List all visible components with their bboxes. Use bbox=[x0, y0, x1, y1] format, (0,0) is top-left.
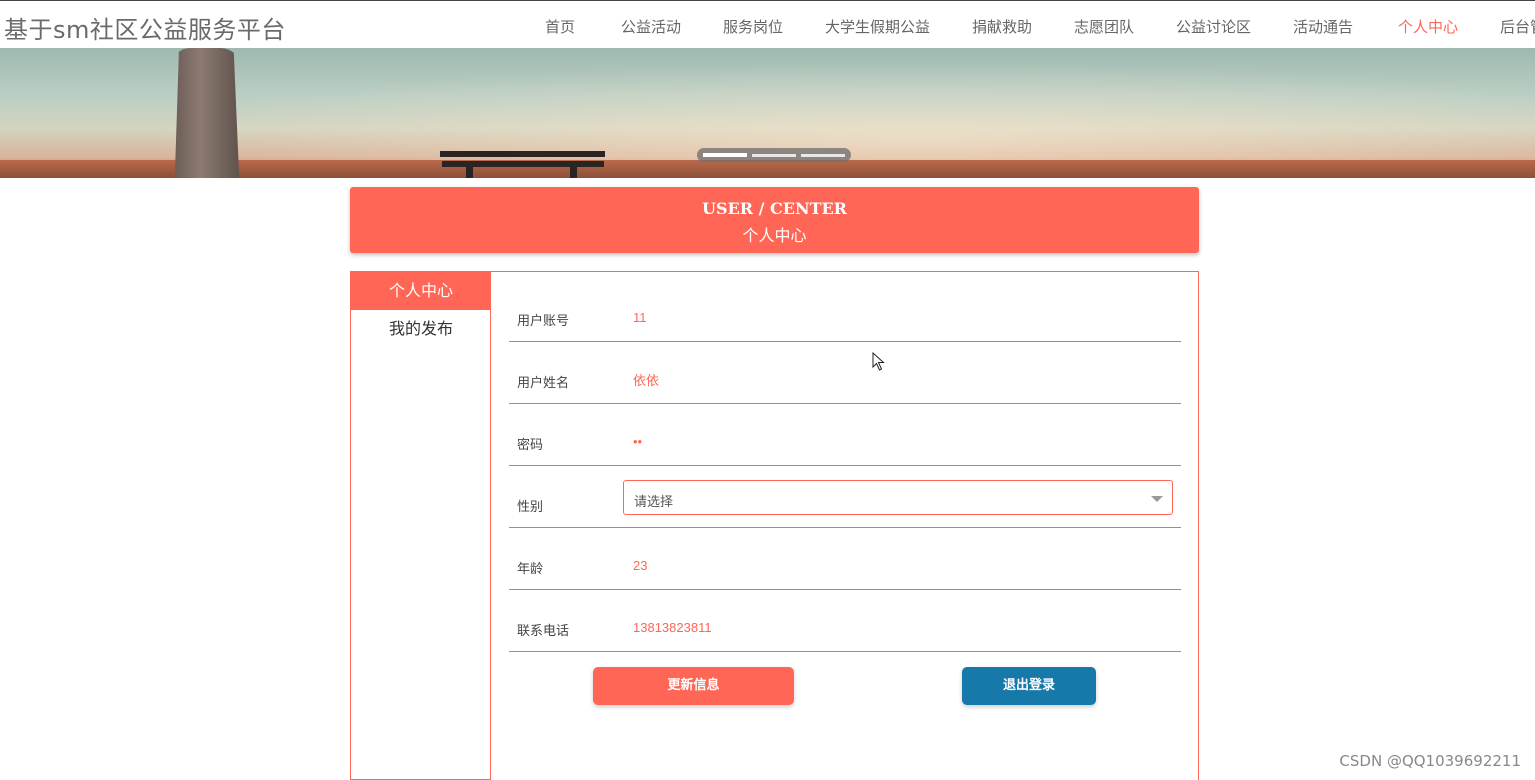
username-label: 用户账号 bbox=[517, 314, 570, 329]
watermark: CSDN @QQ1039692211 bbox=[1339, 752, 1521, 770]
sidebar-item-user-center[interactable]: 个人中心 bbox=[351, 272, 491, 310]
nav-volunteer-team[interactable]: 志愿团队 bbox=[1074, 16, 1134, 37]
logout-button[interactable]: 退出登录 bbox=[962, 667, 1096, 705]
password-input[interactable] bbox=[633, 434, 1153, 449]
chevron-down-icon bbox=[1151, 496, 1163, 502]
gender-select-value: 请选择 bbox=[634, 495, 674, 510]
age-input[interactable] bbox=[633, 558, 1153, 573]
nav-user-center[interactable]: 个人中心 bbox=[1398, 16, 1458, 37]
password-label: 密码 bbox=[517, 438, 544, 453]
mouse-cursor-icon bbox=[872, 352, 885, 371]
update-info-button[interactable]: 更新信息 bbox=[593, 667, 794, 705]
carousel-indicators bbox=[697, 148, 851, 162]
name-input[interactable] bbox=[633, 372, 1153, 387]
username-input[interactable] bbox=[633, 310, 1153, 325]
form-row-gender: 性别 请选择 bbox=[509, 466, 1181, 528]
section-header: USER / CENTER 个人中心 bbox=[350, 187, 1199, 253]
form-row-username: 用户账号 bbox=[509, 280, 1181, 342]
nav-forum[interactable]: 公益讨论区 bbox=[1176, 16, 1251, 37]
form-row-password: 密码 bbox=[509, 404, 1181, 466]
carousel-indicator-1[interactable] bbox=[703, 153, 747, 157]
banner-tree-trunk bbox=[174, 48, 240, 178]
nav-activities[interactable]: 公益活动 bbox=[621, 16, 681, 37]
banner-bench bbox=[440, 148, 605, 178]
form-row-age: 年龄 bbox=[509, 528, 1181, 590]
nav-admin[interactable]: 后台管 bbox=[1500, 16, 1535, 37]
section-title-cn: 个人中心 bbox=[742, 226, 807, 245]
main-nav: 首页 公益活动 服务岗位 大学生假期公益 捐献救助 志愿团队 公益讨论区 活动通… bbox=[0, 1, 1535, 49]
name-label: 用户姓名 bbox=[517, 376, 570, 391]
nav-student-holiday[interactable]: 大学生假期公益 bbox=[825, 16, 930, 37]
gender-select[interactable]: 请选择 bbox=[623, 480, 1173, 515]
nav-notices[interactable]: 活动通告 bbox=[1293, 16, 1353, 37]
form-row-name: 用户姓名 bbox=[509, 342, 1181, 404]
carousel-indicator-2[interactable] bbox=[752, 154, 796, 157]
carousel-indicator-3[interactable] bbox=[801, 154, 845, 157]
sidebar-item-my-posts[interactable]: 我的发布 bbox=[351, 310, 491, 348]
banner-carousel bbox=[0, 48, 1535, 178]
phone-label: 联系电话 bbox=[517, 624, 570, 639]
nav-donation-aid[interactable]: 捐献救助 bbox=[972, 16, 1032, 37]
form-row-phone: 联系电话 bbox=[509, 590, 1181, 652]
nav-home[interactable]: 首页 bbox=[545, 16, 575, 37]
nav-service-posts[interactable]: 服务岗位 bbox=[723, 16, 783, 37]
gender-label: 性别 bbox=[517, 500, 544, 515]
top-navbar: 基于sm社区公益服务平台 首页 公益活动 服务岗位 大学生假期公益 捐献救助 志… bbox=[0, 0, 1535, 48]
user-sidebar: 个人中心 我的发布 bbox=[350, 271, 491, 780]
phone-input[interactable] bbox=[633, 620, 1153, 635]
section-title-en: USER / CENTER bbox=[702, 199, 847, 218]
age-label: 年龄 bbox=[517, 562, 544, 577]
profile-form: 用户账号 用户姓名 密码 性别 请选择 年龄 联系电话 更新信息 退出登录 bbox=[490, 271, 1199, 780]
